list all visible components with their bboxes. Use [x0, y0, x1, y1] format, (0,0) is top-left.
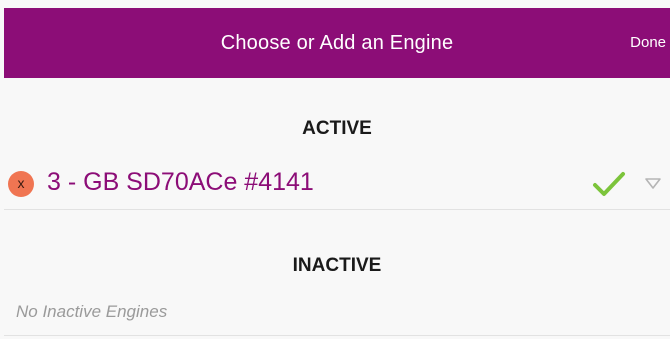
engine-name: 3 - GB SD70ACe #4141 — [47, 168, 314, 196]
page-title: Choose or Add an Engine — [220, 32, 454, 54]
row-divider — [4, 209, 670, 210]
triangle-down-icon[interactable] — [644, 176, 662, 190]
row-divider — [4, 335, 670, 336]
engine-chooser-screen: Choose or Add an Engine Done ACTIVE x 3 … — [0, 0, 670, 339]
engine-row[interactable]: x 3 - GB SD70ACe #4141 — [0, 160, 670, 208]
remove-engine-button[interactable]: x — [8, 171, 34, 197]
done-button[interactable]: Done — [630, 8, 666, 78]
nav-header: Choose or Add an Engine Done — [4, 8, 670, 78]
active-section-heading: ACTIVE — [302, 118, 372, 139]
close-icon: x — [17, 175, 25, 191]
checkmark-icon — [593, 172, 625, 196]
inactive-section-heading: INACTIVE — [292, 255, 382, 276]
empty-state-message: No Inactive Engines — [16, 302, 168, 321]
